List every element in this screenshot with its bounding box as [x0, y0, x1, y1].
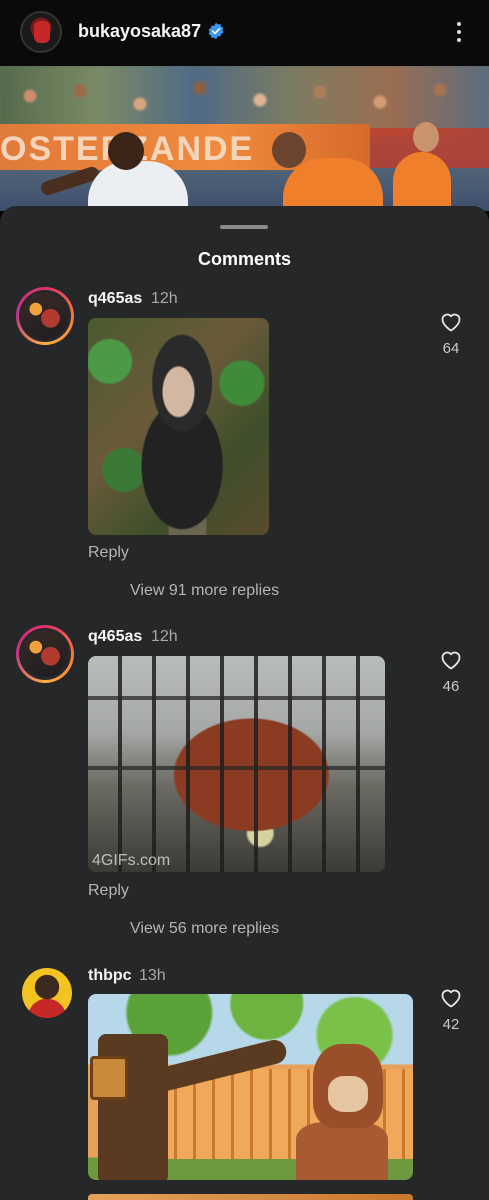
post-image[interactable]: OSTERZANDE — [0, 66, 489, 211]
heart-icon[interactable] — [439, 310, 463, 332]
view-more-replies-button[interactable]: View 91 more replies — [130, 582, 279, 600]
avatar-image — [19, 628, 71, 680]
commenter-avatar[interactable] — [22, 968, 72, 1018]
comment-time: 13h — [139, 967, 166, 984]
comment-gif-orangutan[interactable]: 4GIFs.com — [88, 656, 385, 872]
gif-watermark: 4GIFs.com — [92, 852, 171, 869]
player-orange-kit — [283, 158, 383, 211]
commenter-avatar[interactable] — [16, 625, 74, 683]
player-head — [413, 122, 439, 152]
cartoon-monkey-body — [296, 1122, 388, 1180]
comment-time: 12h — [151, 628, 178, 645]
like-count: 64 — [442, 340, 460, 357]
avatar-image — [19, 290, 71, 342]
commenter-username[interactable]: q465as — [88, 628, 142, 646]
view-more-replies-button[interactable]: View 56 more replies — [130, 920, 279, 938]
like-count: 46 — [442, 678, 460, 695]
verified-badge-icon — [208, 22, 224, 40]
cartoon-monkey-face — [328, 1076, 368, 1112]
comments-sheet: Comments q465as 12h 64 Reply View 91 mor… — [0, 206, 489, 1200]
comment-gif-chimpanzee[interactable] — [88, 318, 269, 535]
commenter-username[interactable]: q465as — [88, 290, 142, 308]
player-head — [108, 132, 144, 170]
more-options-button[interactable] — [450, 19, 468, 45]
comment-gif-cartoon-monkey[interactable] — [88, 994, 413, 1180]
heart-icon[interactable] — [439, 648, 463, 670]
cage-bar — [88, 696, 385, 700]
more-dot — [457, 22, 461, 26]
player-head — [272, 132, 306, 168]
cage-bars — [88, 656, 385, 872]
profile-username[interactable]: bukayosaka87 — [78, 21, 201, 42]
comment-time: 12h — [151, 290, 178, 307]
like-count: 42 — [442, 1016, 460, 1033]
more-dot — [457, 30, 461, 34]
next-comment-media-peek — [88, 1194, 413, 1200]
reply-button[interactable]: Reply — [88, 544, 129, 562]
commenter-avatar[interactable] — [16, 287, 74, 345]
heart-icon[interactable] — [439, 986, 463, 1008]
reply-button[interactable]: Reply — [88, 882, 129, 900]
profile-header: bukayosaka87 — [0, 0, 489, 66]
profile-avatar[interactable] — [20, 11, 62, 53]
more-dot — [457, 38, 461, 42]
player-orange-kit — [393, 152, 451, 211]
sheet-drag-handle[interactable] — [220, 225, 268, 229]
commenter-username[interactable]: thbpc — [88, 967, 132, 985]
cage-bar — [88, 766, 385, 770]
cartoon-birdhouse — [90, 1056, 128, 1100]
comments-title: Comments — [197, 249, 291, 269]
